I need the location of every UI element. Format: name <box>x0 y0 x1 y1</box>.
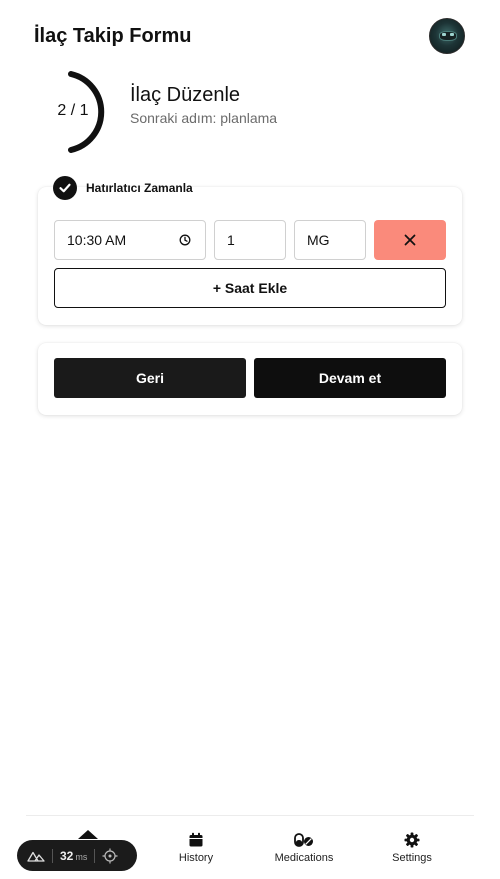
tab-medications-label: Medications <box>274 852 334 864</box>
render-time-value: 32 <box>60 848 74 863</box>
gear-icon <box>404 832 420 848</box>
quantity-input[interactable]: 1 <box>214 220 286 260</box>
render-time-unit: ms <box>75 851 88 862</box>
tab-history[interactable]: History <box>151 832 241 868</box>
calendar-icon <box>189 832 203 847</box>
reminder-checkbox[interactable] <box>53 176 77 200</box>
unit-select[interactable]: MG <box>294 220 366 260</box>
tab-history-label: History <box>178 852 214 864</box>
devtools-separator <box>94 848 96 863</box>
unit-value: MG <box>307 232 330 248</box>
pills-icon <box>294 833 313 847</box>
quantity-value: 1 <box>227 232 235 248</box>
devtools-separator <box>52 848 53 863</box>
time-value: 10:30 AM <box>67 232 127 248</box>
tab-settings-label: Settings <box>392 852 432 864</box>
add-time-button[interactable]: + Saat Ekle <box>54 268 446 308</box>
close-icon <box>404 234 416 246</box>
step-subtitle: Sonraki adım: planlama <box>130 110 278 126</box>
tab-settings[interactable]: Settings <box>367 832 457 868</box>
crosshair-icon[interactable] <box>102 848 118 864</box>
framework-logo-icon <box>27 851 45 862</box>
continue-button[interactable]: Devam et <box>254 358 446 398</box>
devtools-pill[interactable]: 32 ms <box>17 840 137 871</box>
tabbar-divider <box>26 815 474 816</box>
step-title: İlaç Düzenle <box>130 84 241 106</box>
progress-count: 2 / 1 <box>57 102 89 119</box>
page-title: İlaç Takip Formu <box>34 25 192 47</box>
avatar-eye-graphic <box>450 33 454 36</box>
clock-icon[interactable] <box>179 234 191 246</box>
back-button[interactable]: Geri <box>54 358 246 398</box>
tab-medications[interactable]: Medications <box>259 832 349 868</box>
reminder-label: Hatırlatıcı Zamanla <box>86 181 193 195</box>
avatar-eye-graphic <box>442 33 446 36</box>
page: İlaç Takip Formu 2 / 1 İlaç Düzenle Sonr… <box>0 0 500 879</box>
avatar[interactable] <box>429 18 465 54</box>
check-icon <box>59 183 71 193</box>
time-input[interactable]: 10:30 AM <box>54 220 206 260</box>
active-tab-indicator <box>78 830 98 839</box>
remove-time-button[interactable] <box>374 220 446 260</box>
